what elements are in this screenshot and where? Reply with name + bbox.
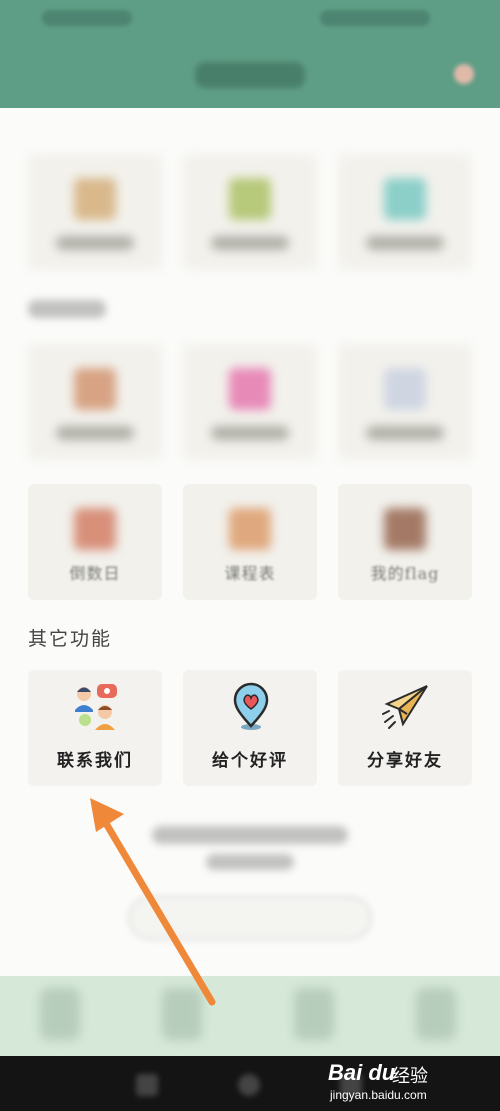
calendar-icon xyxy=(74,508,116,550)
share-label: 分享好友 xyxy=(367,751,443,771)
card-label-blurred xyxy=(56,236,134,250)
app-version-blurred xyxy=(206,854,294,870)
status-bar xyxy=(0,0,500,36)
schedule-icon xyxy=(229,508,271,550)
tab-1-icon[interactable] xyxy=(40,988,80,1040)
cup-icon xyxy=(384,178,426,220)
timetable-card[interactable]: 课程表 xyxy=(183,484,317,600)
feature-card-5[interactable] xyxy=(183,344,317,460)
feature-card-2[interactable] xyxy=(183,154,317,270)
tab-3-icon[interactable] xyxy=(294,988,334,1040)
feature-card-4[interactable] xyxy=(28,344,162,460)
paper-plane-icon xyxy=(382,685,428,729)
other-functions-title: 其它功能 xyxy=(28,628,113,650)
footer-button-blurred[interactable] xyxy=(128,896,372,940)
baidu-jingyan-watermark: Bai du 经验 jingyan.baidu.com xyxy=(326,1058,476,1106)
rate-label: 给个好评 xyxy=(212,751,288,771)
feature-card-6[interactable] xyxy=(338,344,472,460)
countdown-card[interactable]: 倒数日 xyxy=(28,484,162,600)
watermark-logo: Bai du xyxy=(328,1060,396,1085)
app-title-blurred xyxy=(195,62,305,88)
share-card[interactable]: 分享好友 xyxy=(338,670,472,786)
status-icons-blurred xyxy=(320,10,430,26)
book-icon xyxy=(229,368,271,410)
pizza-icon xyxy=(74,368,116,410)
timetable-label: 课程表 xyxy=(224,564,276,583)
card-label-blurred xyxy=(366,236,444,250)
chart-icon xyxy=(229,178,271,220)
tab-2-icon[interactable] xyxy=(162,988,202,1040)
card-label-blurred xyxy=(366,426,444,440)
app-slogan-blurred xyxy=(152,826,348,844)
header-avatar-icon[interactable] xyxy=(454,64,474,84)
flag-icon xyxy=(384,508,426,550)
contact-us-card[interactable]: 联系我们 xyxy=(28,670,162,786)
countdown-label: 倒数日 xyxy=(69,564,121,583)
my-flag-card[interactable]: 我的flag xyxy=(338,484,472,600)
watermark-url: jingyan.baidu.com xyxy=(330,1088,427,1102)
app-header xyxy=(0,0,500,108)
home-icon[interactable] xyxy=(238,1074,260,1096)
watermark-text: 经验 xyxy=(392,1066,428,1087)
card-label-blurred xyxy=(211,426,289,440)
feature-card-3[interactable] xyxy=(338,154,472,270)
contact-people-icon xyxy=(75,684,117,730)
status-time-blurred xyxy=(42,10,132,26)
rate-card[interactable]: 给个好评 xyxy=(183,670,317,786)
card-label-blurred xyxy=(211,236,289,250)
note-icon xyxy=(74,178,116,220)
card-label-blurred xyxy=(56,426,134,440)
section-title-blurred xyxy=(28,300,106,318)
heart-location-icon xyxy=(233,682,269,730)
bottom-tab-bar xyxy=(0,976,500,1056)
contact-us-label: 联系我们 xyxy=(57,751,133,771)
memo-icon xyxy=(384,368,426,410)
back-icon[interactable] xyxy=(136,1074,158,1096)
my-flag-label: 我的flag xyxy=(370,564,440,583)
tab-4-icon[interactable] xyxy=(416,988,456,1040)
feature-card-1[interactable] xyxy=(28,154,162,270)
